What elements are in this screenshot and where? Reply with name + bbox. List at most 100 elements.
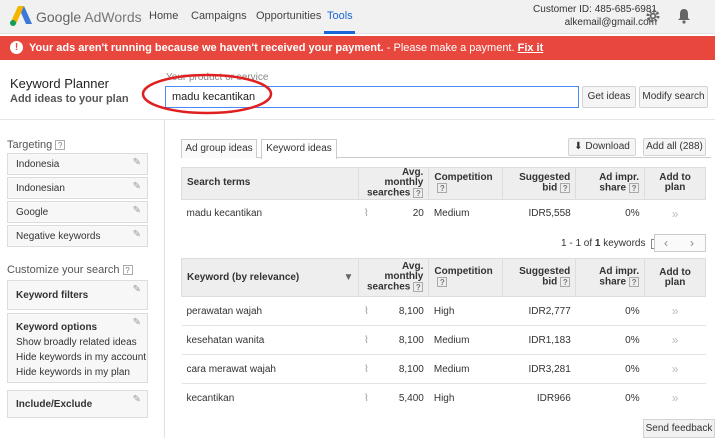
fix-it-link[interactable]: Fix it	[518, 42, 544, 54]
col-add-to-plan: Add to plan	[644, 167, 706, 200]
modify-search-button[interactable]: Modify search	[639, 86, 708, 108]
keyword-filters[interactable]: Keyword filters ✎	[7, 280, 148, 310]
ad-impr-share: 0%	[575, 325, 645, 355]
pencil-icon[interactable]: ✎	[133, 284, 141, 295]
send-feedback-button[interactable]: Send feedback	[643, 419, 715, 438]
col-avg-monthly-searches[interactable]: Avg. monthly searches?	[358, 167, 430, 200]
adwords-logo	[10, 6, 32, 26]
add-to-plan-icon[interactable]: »	[644, 383, 706, 413]
top-bar: Google AdWords Home Campaigns Opportunit…	[0, 0, 715, 34]
nav-campaigns[interactable]: Campaigns	[191, 10, 247, 22]
add-to-plan-icon[interactable]: »	[644, 354, 706, 384]
gear-icon[interactable]	[645, 8, 661, 24]
col-competition[interactable]: Competition?	[428, 258, 504, 297]
keyword: cara merawat wajah	[181, 354, 359, 384]
keyword-ideas-table: Keyword (by relevance) ▼ Avg. monthly sea…	[180, 258, 706, 413]
keyword: kesehatan wanita	[181, 325, 359, 355]
help-icon[interactable]: ?	[437, 277, 448, 288]
help-icon[interactable]: ?	[413, 282, 424, 293]
avg-monthly-searches: ⌇ 8,100	[358, 354, 429, 384]
ad-impr-share: 0%	[575, 383, 645, 413]
competition: High	[428, 383, 503, 413]
help-icon[interactable]: ?	[629, 277, 640, 288]
page-subtitle: Add ideas to your plan	[10, 93, 129, 105]
pencil-icon[interactable]: ✎	[133, 205, 141, 216]
alert-icon: !	[10, 41, 23, 54]
competition: High	[428, 296, 503, 326]
col-ad-impr-share[interactable]: Ad impr. share?	[575, 167, 646, 200]
download-icon: ⬇	[574, 141, 583, 152]
ad-impr-share: 0%	[575, 354, 645, 384]
bell-icon[interactable]	[677, 8, 691, 24]
add-all-button[interactable]: Add all (288)	[643, 138, 706, 156]
search-terms-table: Search terms Avg. monthly searches? Comp…	[180, 167, 706, 229]
pencil-icon[interactable]: ✎	[133, 394, 141, 405]
nav-home[interactable]: Home	[149, 10, 178, 22]
trend-chart-icon[interactable]: ⌇	[364, 335, 369, 346]
payment-alert-banner: ! Your ads aren't running because we hav…	[0, 36, 715, 60]
nav-tools[interactable]: Tools	[327, 10, 353, 22]
add-to-plan-icon[interactable]: »	[644, 325, 706, 355]
help-icon[interactable]: ?	[55, 140, 66, 151]
col-competition[interactable]: Competition?	[428, 167, 504, 200]
trend-chart-icon[interactable]: ⌇	[364, 306, 369, 317]
col-keyword[interactable]: Keyword (by relevance) ▼	[180, 258, 360, 297]
targeting-network[interactable]: Google ✎	[7, 201, 148, 223]
customer-id: Customer ID: 485-685-6981	[533, 4, 657, 15]
sort-down-icon[interactable]: ▼	[344, 272, 354, 283]
keyword-options[interactable]: Keyword options ✎ Show broadly related i…	[7, 313, 148, 383]
help-icon[interactable]: ?	[560, 277, 571, 288]
col-suggested-bid[interactable]: Suggested bid?	[502, 258, 577, 297]
account-email[interactable]: alkemail@gmail.com	[565, 17, 657, 28]
pencil-icon[interactable]: ✎	[133, 317, 141, 328]
col-ad-impr-share[interactable]: Ad impr. share?	[575, 258, 646, 297]
tab-keyword-ideas[interactable]: Keyword ideas	[261, 139, 337, 159]
add-to-plan-icon[interactable]: »	[644, 198, 706, 229]
competition: Medium	[428, 198, 503, 229]
nav-opportunities[interactable]: Opportunities	[256, 10, 321, 22]
pencil-icon[interactable]: ✎	[133, 181, 141, 192]
targeting-location[interactable]: Indonesia ✎	[7, 153, 148, 175]
pencil-icon[interactable]: ✎	[133, 157, 141, 168]
add-to-plan-icon[interactable]: »	[644, 296, 706, 326]
avg-monthly-searches: ⌇ 5,400	[358, 383, 429, 413]
col-suggested-bid[interactable]: Suggested bid?	[502, 167, 577, 200]
targeting-negative-keywords[interactable]: Negative keywords ✎	[7, 225, 148, 247]
chevron-right-icon[interactable]: ›	[690, 236, 694, 250]
table-row: madu kecantikan ⌇ 20 Medium IDR5,558 0% »	[181, 198, 706, 229]
keyword: perawatan wajah	[181, 296, 359, 326]
download-button[interactable]: ⬇ Download	[568, 138, 636, 156]
avg-monthly-searches: ⌇ 20	[358, 198, 429, 229]
trend-chart-icon[interactable]: ⌇	[364, 364, 369, 375]
help-icon[interactable]: ?	[560, 183, 571, 193]
suggested-bid: IDR5,558	[502, 198, 576, 229]
trend-chart-icon[interactable]: ⌇	[364, 393, 369, 404]
targeting-title: Targeting?	[7, 139, 66, 151]
pager-nav: ‹ ›	[654, 234, 706, 252]
table-row: kesehatan wanita ⌇ 8,100 Medium IDR1,183 …	[181, 325, 706, 355]
customize-title: Customize your search?	[7, 264, 133, 276]
help-icon[interactable]: ?	[413, 188, 424, 198]
active-nav-indicator	[324, 31, 355, 34]
include-exclude[interactable]: Include/Exclude ✎	[7, 390, 148, 418]
table-row: cara merawat wajah ⌇ 8,100 Medium IDR3,28…	[181, 354, 706, 384]
chevron-left-icon[interactable]: ‹	[664, 236, 668, 250]
suggested-bid: IDR2,777	[502, 296, 576, 326]
help-icon[interactable]: ?	[629, 183, 640, 193]
avg-monthly-searches: ⌇ 8,100	[358, 325, 429, 355]
help-icon[interactable]: ?	[437, 183, 448, 193]
help-icon[interactable]: ?	[122, 265, 133, 276]
targeting-language[interactable]: Indonesian ✎	[7, 177, 148, 199]
pencil-icon[interactable]: ✎	[133, 229, 141, 240]
table-row: perawatan wajah ⌇ 8,100 High IDR2,777 0% …	[181, 296, 706, 326]
trend-chart-icon[interactable]: ⌇	[364, 208, 369, 219]
alert-message: Your ads aren't running because we haven…	[29, 42, 544, 54]
tab-ad-group-ideas[interactable]: Ad group ideas	[181, 139, 257, 158]
suggested-bid: IDR966	[502, 383, 576, 413]
suggested-bid: IDR1,183	[502, 325, 576, 355]
get-ideas-button[interactable]: Get ideas	[582, 86, 636, 108]
col-avg-monthly-searches[interactable]: Avg. monthly searches?	[358, 258, 430, 297]
table-header-row: Search terms Avg. monthly searches? Comp…	[180, 167, 706, 200]
competition: Medium	[428, 325, 503, 355]
col-search-terms[interactable]: Search terms	[180, 167, 360, 200]
